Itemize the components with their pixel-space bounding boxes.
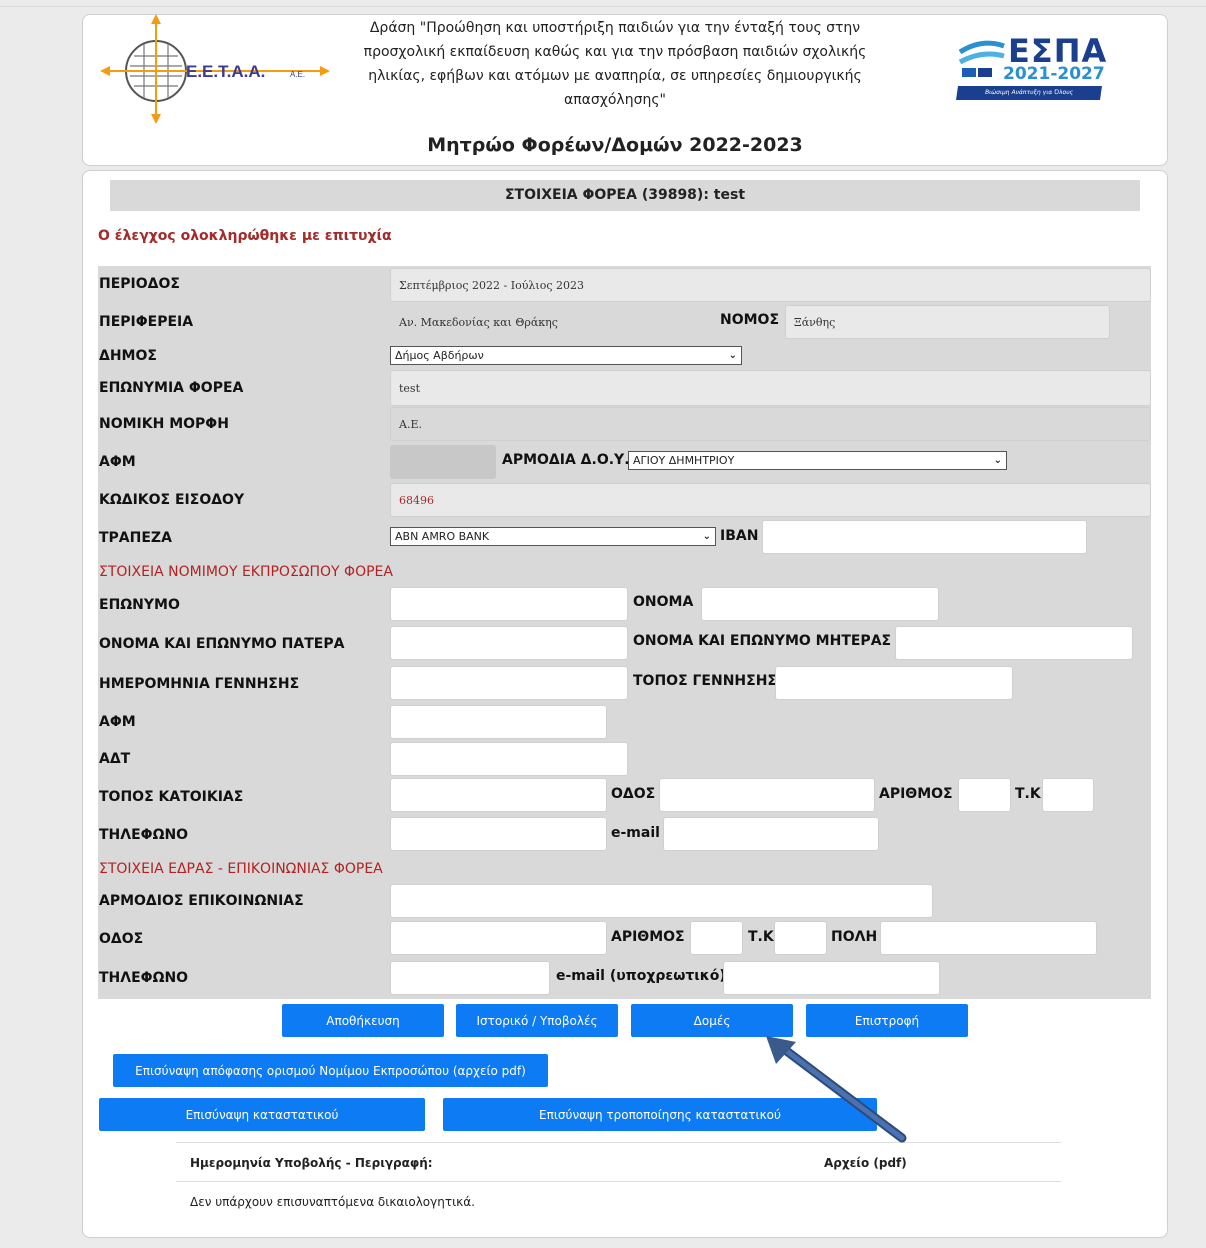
rep-birth-date-input[interactable] — [390, 666, 628, 700]
svg-text:E.E.T.A.A.: E.E.T.A.A. — [186, 62, 265, 81]
region-value: Αν. Μακεδονίας και Θράκης — [399, 315, 558, 329]
period-value: Σεπτέμβριος 2022 - Ιούλιος 2023 — [399, 278, 584, 292]
form-header: ΣΤΟΙΧΕΙΑ ΦΟΡΕΑ (39898): test — [110, 180, 1140, 211]
save-button[interactable]: Αποθήκευση — [282, 1004, 444, 1037]
rep-residence-input[interactable] — [390, 778, 607, 812]
period-label: ΠΕΡΙΟΔΟΣ — [99, 276, 180, 292]
prefecture-label: ΝΟΜΟΣ — [720, 312, 780, 328]
seat-street-input[interactable] — [390, 921, 607, 955]
period-field: Σεπτέμβριος 2022 - Ιούλιος 2023 — [390, 268, 1151, 302]
table-header-file: Αρχείο (pdf) — [824, 1156, 907, 1170]
action-description: Δράση "Προώθηση και υποστήριξη παιδιών γ… — [363, 20, 867, 108]
login-code-value: 68496 — [399, 493, 434, 507]
seat-phone-label: ΤΗΛΕΦΩΝΟ — [99, 970, 189, 986]
table-header-date: Ημερομηνία Υποβολής - Περιγραφή: — [190, 1156, 433, 1170]
login-code-label: ΚΩΔΙΚΟΣ ΕΙΣΟΔΟΥ — [99, 492, 245, 508]
rep-birth-place-input[interactable] — [775, 666, 1013, 700]
rep-phone-input[interactable] — [390, 817, 607, 851]
rep-street-label: ΟΔΟΣ — [611, 786, 656, 802]
attach-statute-button[interactable]: Επισύναψη καταστατικού — [99, 1098, 425, 1131]
success-message: Ο έλεγχος ολοκληρώθηκε με επιτυχία — [98, 228, 392, 244]
chevron-down-icon: ⌄ — [728, 350, 737, 361]
rep-birth-place-label: ΤΟΠΟΣ ΓΕΝΝΗΣΗΣ — [633, 673, 777, 689]
prefecture-value: Ξάνθης — [794, 315, 836, 329]
rep-adt-input[interactable] — [390, 742, 628, 776]
legal-form-label: ΝΟΜΙΚΗ ΜΟΡΦΗ — [99, 416, 229, 432]
org-name-field: test — [390, 370, 1151, 406]
region-label: ΠΕΡΙΦΕΡΕΙΑ — [99, 314, 194, 330]
prefecture-field: Ξάνθης — [785, 305, 1110, 339]
rep-afm-input[interactable] — [390, 705, 607, 739]
rep-mother-label: ΟΝΟΜΑ ΚΑΙ ΕΠΩΝΥΜΟ ΜΗΤΕΡΑΣ — [633, 633, 892, 649]
seat-number-input[interactable] — [690, 921, 743, 955]
rep-number-input[interactable] — [958, 778, 1011, 812]
org-name-label: ΕΠΩΝΥΜΙΑ ΦΟΡΕΑ — [99, 380, 244, 396]
seat-email-label: e-mail (υποχρεωτικό) — [556, 968, 726, 984]
rep-adt-label: ΑΔΤ — [99, 751, 131, 767]
rep-surname-input[interactable] — [390, 587, 628, 621]
rep-father-label: ΟΝΟΜΑ ΚΑΙ ΕΠΩΝΥΜΟ ΠΑΤΕΡΑ — [99, 636, 345, 652]
table-empty-message: Δεν υπάρχουν επισυναπτόμενα δικαιολογητι… — [190, 1195, 475, 1209]
arrow-icon — [766, 1036, 907, 1143]
rep-birth-date-label: ΗΜΕΡΟΜΗΝΙΑ ΓΕΝΝΗΣΗΣ — [99, 676, 300, 692]
rep-surname-label: ΕΠΩΝΥΜΟ — [99, 597, 180, 613]
tax-office-label: ΑΡΜΟΔΙΑ Δ.Ο.Υ. — [502, 452, 630, 468]
rep-tk-input[interactable] — [1042, 778, 1094, 812]
bank-label: ΤΡΑΠΕΖΑ — [99, 530, 172, 546]
rep-father-input[interactable] — [390, 626, 628, 660]
history-button[interactable]: Ιστορικό / Υποβολές — [456, 1004, 618, 1037]
page-top-border — [0, 6, 1206, 7]
org-name-value: test — [399, 381, 420, 395]
seat-contact-input[interactable] — [390, 884, 933, 918]
tax-office-select[interactable]: ΑΓΙΟΥ ΔΗΜΗΤΡΙΟΥ ⌄ — [628, 451, 1007, 470]
registry-title: Μητρώο Φορέων/Δομών 2022-2023 — [427, 134, 803, 156]
tax-office-value: ΑΓΙΟΥ ΔΗΜΗΤΡΙΟΥ — [633, 454, 735, 467]
login-code-field: 68496 — [390, 483, 1151, 517]
rep-street-input[interactable] — [659, 778, 875, 812]
municipality-label: ΔΗΜΟΣ — [99, 348, 157, 364]
table-header-border — [176, 1181, 1061, 1182]
rep-name-label: ΟΝΟΜΑ — [633, 594, 694, 610]
espa-logo-years: 2021-2027 — [1003, 64, 1105, 84]
eetaa-logo: E.E.T.A.A. A.E. — [100, 14, 330, 124]
rep-phone-label: ΤΗΛΕΦΩΝΟ — [99, 827, 189, 843]
region-field: Αν. Μακεδονίας και Θράκης — [390, 305, 712, 339]
iban-input[interactable] — [762, 520, 1087, 554]
seat-city-input[interactable] — [880, 921, 1097, 955]
seat-phone-input[interactable] — [390, 961, 550, 995]
municipality-select[interactable]: Δήμος Αβδήρων ⌄ — [390, 346, 742, 365]
afm-label: ΑΦΜ — [99, 454, 136, 470]
seat-email-input[interactable] — [723, 961, 940, 995]
seat-number-label: ΑΡΙΘΜΟΣ — [611, 929, 685, 945]
rep-email-label: e-mail — [611, 825, 660, 841]
afm-field-redacted — [390, 445, 496, 479]
rep-number-label: ΑΡΙΘΜΟΣ — [879, 786, 953, 802]
iban-label: IBAN — [720, 528, 759, 544]
svg-text:A.E.: A.E. — [290, 70, 305, 79]
seat-tk-input[interactable] — [774, 921, 827, 955]
bank-value: ABN AMRO BANK — [395, 530, 490, 543]
seat-city-label: ΠΟΛΗ — [831, 929, 878, 945]
seat-contact-label: ΑΡΜΟΔΙΟΣ ΕΠΙΚΟΙΝΩΝΙΑΣ — [99, 893, 304, 909]
legal-form-field: Α.Ε. — [390, 407, 1151, 441]
espa-logo-slogan: Βιώσιμη Ανάπτυξη για Όλους — [956, 86, 1102, 100]
bank-select[interactable]: ABN AMRO BANK ⌄ — [390, 527, 716, 546]
legal-form-value: Α.Ε. — [399, 417, 422, 431]
attach-decision-button[interactable]: Επισύναψη απόφασης ορισμού Νομίμου Εκπρο… — [113, 1054, 548, 1087]
espa-waves-icon — [958, 40, 1005, 77]
rep-afm-label: ΑΦΜ — [99, 714, 136, 730]
chevron-down-icon: ⌄ — [702, 531, 711, 542]
seat-street-label: ΟΔΟΣ — [99, 931, 144, 947]
municipality-value: Δήμος Αβδήρων — [395, 349, 484, 362]
chevron-down-icon: ⌄ — [993, 455, 1002, 466]
seat-section-title: ΣΤΟΙΧΕΙΑ ΕΔΡΑΣ - ΕΠΙΚΟΙΝΩΝΙΑΣ ΦΟΡΕΑ — [99, 861, 383, 877]
rep-section-title: ΣΤΟΙΧΕΙΑ ΝΟΜΙΜΟΥ ΕΚΠΡΟΣΩΠΟΥ ΦΟΡΕΑ — [99, 564, 393, 580]
rep-mother-input[interactable] — [895, 626, 1133, 660]
rep-name-input[interactable] — [701, 587, 939, 621]
rep-email-input[interactable] — [663, 817, 879, 851]
table-top-border — [176, 1142, 1061, 1143]
rep-residence-label: ΤΟΠΟΣ ΚΑΤΟΙΚΙΑΣ — [99, 789, 244, 805]
rep-tk-label: Τ.Κ — [1015, 786, 1041, 802]
seat-tk-label: Τ.Κ — [748, 929, 774, 945]
